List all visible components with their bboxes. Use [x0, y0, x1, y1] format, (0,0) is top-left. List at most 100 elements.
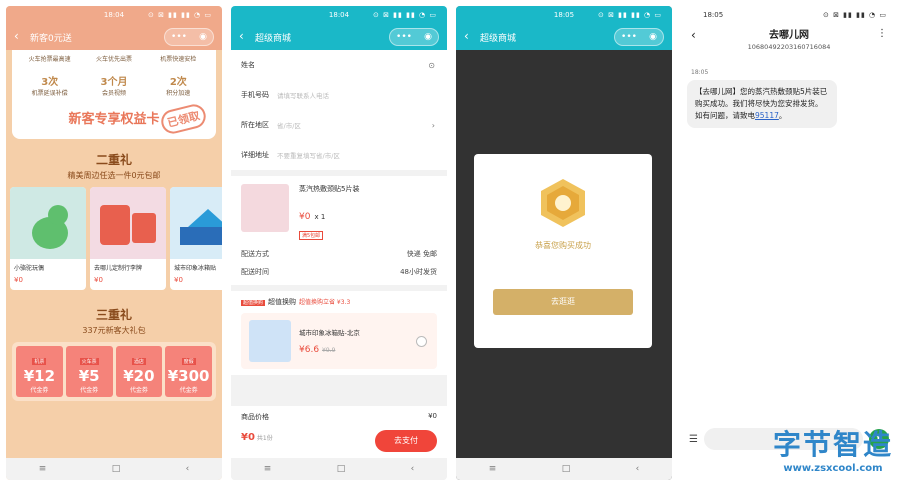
coupon-card[interactable]: 度假 ¥300 代金券 — [165, 346, 212, 397]
goods-tag: 满5包邮 — [299, 231, 324, 240]
field-placeholder: 不要重复填写省/市/区 — [277, 152, 340, 160]
field-label: 所在地区 — [241, 121, 269, 129]
benefit-card: 火车抢票最高速 火车优先出票 机票快速安检 3次 机票延误补偿 3个月 会员视频 2… — [12, 50, 216, 139]
region-field[interactable]: 所在地区 省/市/区 › — [241, 110, 437, 140]
neck-patch-image — [241, 184, 289, 232]
coupon-tag: 火车票 — [79, 358, 99, 365]
page-title: 新客0元送 — [30, 34, 72, 44]
upsell-radio[interactable] — [416, 335, 427, 347]
status-icons: ⊙ ⊠ ▮▮ ▮▮ ◔ ▭ — [373, 11, 437, 19]
fridge-magnet-image — [170, 187, 222, 259]
perk-count: 3次 — [41, 77, 59, 88]
browse-button[interactable]: 去逛逛 — [493, 289, 633, 315]
close-circle-icon[interactable]: ◉ — [649, 32, 657, 42]
menu-icon[interactable]: ≡ — [39, 464, 47, 474]
message-bubble: 【去哪儿网】您的蒸汽热敷颈贴5片装已购买成功。我们将尽快为您安排发货。如有问题，… — [687, 80, 837, 128]
name-field[interactable]: 姓名 ⊙ — [241, 50, 437, 80]
coupon-label: 代金券 — [179, 387, 198, 394]
title-bar: ‹ 新客0元送 ••• ◉ — [6, 24, 222, 50]
home-icon[interactable]: □ — [112, 464, 121, 474]
luggage-tag-image — [90, 187, 166, 259]
section-subtitle: 337元新客大礼包 — [82, 326, 146, 335]
coupon-amount: ¥5 — [78, 367, 100, 385]
phone-newcomer-page: 18:04 ⊙ ⊠ ▮▮ ▮▮ ◔ ▭ ‹ 新客0元送 ••• ◉ 火车抢票最高速… — [6, 6, 222, 480]
time-value: 48小时发货 — [400, 268, 437, 276]
product-list: 小骆驼玩偶 ¥0 去哪儿定制行李牌 ¥0 城市印象冰箱贴 ¥0 — [10, 187, 222, 290]
back-icon[interactable]: ‹ — [411, 464, 415, 474]
menu-list-icon[interactable]: ☰ — [689, 434, 698, 445]
more-dots-icon[interactable]: ••• — [171, 32, 187, 42]
back-arrow-icon[interactable]: ‹ — [14, 29, 19, 43]
order-card: 蒸汽热敷颈贴5片装 ¥0 x 1 满5包邮 配送方式 快递 免邮 配送时间 48小时发… — [231, 176, 447, 285]
upsell-card[interactable]: 城市印象冰箱贴-北京 ¥6.6 ¥9.9 — [241, 313, 437, 369]
section-title: 二重礼 — [95, 153, 132, 167]
more-dots-icon[interactable]: ••• — [621, 32, 637, 42]
more-vert-icon[interactable]: ⋮ — [877, 28, 887, 39]
menu-icon[interactable]: ≡ — [489, 464, 497, 474]
coupon-tag: 度假 — [181, 358, 196, 365]
total-amount: ¥0 — [241, 432, 255, 443]
address-field[interactable]: 详细地址 不要重复填写省/市/区 — [241, 140, 437, 170]
watermark-logo: 字节智造 www.zsxcool.com — [773, 423, 893, 474]
back-arrow-icon[interactable]: ‹ — [239, 29, 244, 43]
coupon-card[interactable]: 机票 ¥12 代金券 — [16, 346, 63, 397]
sms-header: ‹ 去哪儿网 10680492203160716084 ⋮ — [681, 24, 897, 51]
field-label: 姓名 — [241, 61, 255, 69]
pay-bar: 商品价格 ¥0 ¥0 共1份 去支付 — [231, 406, 447, 458]
product-name: 小骆驼玩偶 — [14, 265, 45, 272]
system-nav-bar: ≡ □ ‹ — [456, 458, 672, 480]
upsell-old-price: ¥9.9 — [322, 347, 336, 354]
system-nav-bar: ≡ □ ‹ — [6, 458, 222, 480]
status-time: 18:04 — [328, 11, 350, 19]
menu-icon[interactable]: ≡ — [264, 464, 272, 474]
page-title: 超级商城 — [480, 34, 517, 44]
status-bar: 18:04 ⊙ ⊠ ▮▮ ▮▮ ◔ ▭ — [231, 6, 447, 24]
coupon-amount: ¥300 — [167, 367, 210, 385]
perk-count: 3个月 — [100, 77, 128, 88]
miniapp-capsule[interactable]: ••• ◉ — [164, 28, 214, 46]
back-icon[interactable]: ‹ — [636, 464, 640, 474]
coupon-card[interactable]: 火车票 ¥5 代金券 — [65, 346, 113, 397]
coupon-card[interactable]: 酒店 ¥20 代金券 — [115, 346, 163, 397]
home-icon[interactable]: □ — [337, 464, 346, 474]
pay-button[interactable]: 去支付 — [375, 430, 437, 452]
status-time: 18:04 — [103, 11, 125, 19]
status-icons: ⊙ ⊠ ▮▮ ▮▮ ◔ ▭ — [598, 11, 662, 19]
miniapp-capsule[interactable]: ••• ◉ — [614, 28, 664, 46]
product-price: ¥0 — [94, 276, 103, 284]
coupon-list: 机票 ¥12 代金券 火车票 ¥5 代金券 酒店 ¥20 代金券 度假 ¥300 代金券 — [12, 342, 216, 401]
back-arrow-icon[interactable]: ‹ — [691, 28, 696, 42]
field-placeholder: 请填写联系人电话 — [277, 92, 329, 100]
product-price: ¥0 — [14, 276, 23, 284]
back-icon[interactable]: ‹ — [186, 464, 190, 474]
perk-label: 会员视频 — [101, 90, 126, 97]
back-arrow-icon[interactable]: ‹ — [464, 29, 469, 43]
coupon-label: 代金券 — [80, 387, 99, 394]
chevron-right-icon: › — [431, 120, 435, 130]
product-name: 去哪儿定制行李牌 — [94, 265, 143, 272]
upsell-name: 城市印象冰箱贴-北京 — [299, 329, 360, 337]
close-circle-icon[interactable]: ◉ — [199, 32, 207, 42]
phone-link[interactable]: 95117 — [755, 111, 779, 120]
goods-qty: x 1 — [314, 213, 326, 221]
watermark-text: 字节智造 — [772, 428, 893, 461]
message-end: 。 — [778, 111, 787, 120]
close-circle-icon[interactable]: ◉ — [424, 32, 432, 42]
miniapp-capsule[interactable]: ••• ◉ — [389, 28, 439, 46]
message-time: 18:05 — [691, 69, 709, 76]
coupon-label: 代金券 — [129, 387, 148, 394]
home-icon[interactable]: □ — [562, 464, 571, 474]
sender-name: 去哪儿网 — [769, 30, 809, 41]
camel-plush-image — [10, 187, 86, 259]
more-dots-icon[interactable]: ••• — [396, 32, 412, 42]
coupon-tag: 酒店 — [131, 358, 146, 365]
field-label: 详细地址 — [241, 151, 269, 159]
product-card[interactable]: 城市印象冰箱贴 ¥0 — [170, 187, 222, 290]
success-modal: 恭喜您购买成功 去逛逛 — [474, 154, 652, 348]
phone-field[interactable]: 手机号码 请填写联系人电话 — [241, 80, 437, 110]
success-message: 恭喜您购买成功 — [535, 241, 591, 250]
perk-item: 火车优先出票 — [95, 56, 132, 63]
product-card[interactable]: 小骆驼玩偶 ¥0 — [10, 187, 86, 290]
product-card[interactable]: 去哪儿定制行李牌 ¥0 — [90, 187, 166, 290]
contact-icon[interactable]: ⊙ — [428, 61, 435, 70]
